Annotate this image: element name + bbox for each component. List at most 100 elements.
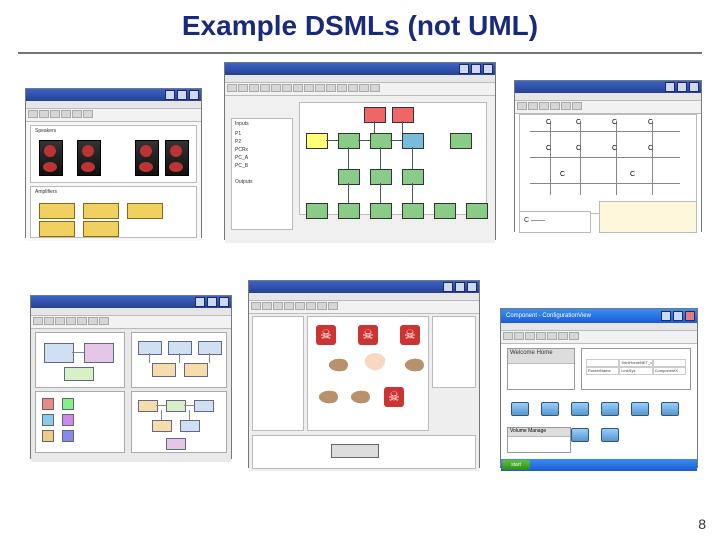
component-icon — [599, 428, 619, 448]
block — [166, 438, 186, 450]
titlebar: Component - ConfigurationView — [501, 309, 697, 323]
connector — [184, 405, 194, 406]
palette-icon — [42, 430, 54, 442]
start-button[interactable]: start — [502, 460, 530, 470]
block — [64, 367, 94, 381]
connector — [380, 183, 381, 203]
block — [138, 341, 162, 355]
schematic-diagram: C C C C C C C C C C — [519, 114, 697, 214]
sidebar-text: PCRx — [235, 147, 248, 153]
connector — [348, 183, 349, 203]
screenshot-flow-editor: Inputs P1 P2 PCRx PC_A PC_B Outputs — [224, 62, 496, 240]
wire — [616, 121, 617, 195]
canvas: Welcome Home SriniHomeNET_v5 RouterName … — [501, 344, 697, 471]
sidebar-text: P2 — [235, 139, 241, 145]
component-icon — [599, 402, 619, 422]
table-row: SriniHomeNET_v5 — [586, 359, 686, 367]
connector — [412, 183, 413, 203]
block — [180, 420, 200, 432]
flow-node — [402, 133, 424, 149]
connector — [161, 410, 162, 420]
volume-manage-panel: Volume Manage — [507, 427, 571, 453]
sidebar-text: P1 — [235, 131, 241, 137]
component-symbol: C — [648, 119, 653, 126]
block — [152, 420, 172, 432]
canvas — [31, 329, 231, 462]
palette-icon — [42, 414, 54, 426]
cell: LinkSys — [619, 367, 652, 375]
screenshot-block-diagram-editor — [30, 295, 232, 459]
toolbar — [31, 316, 231, 329]
canvas: C C C C C C C C C C C —— — [515, 114, 701, 235]
component-icon — [509, 402, 529, 422]
legend-panel: C —— — [519, 211, 591, 233]
cell: ComponentX — [653, 367, 686, 375]
screenshot-audio-editor: Speakers Amplifiers — [25, 88, 202, 238]
panel — [35, 391, 125, 453]
palette-icon — [62, 414, 74, 426]
tree-panel — [252, 316, 304, 431]
titlebar — [26, 89, 201, 101]
block — [138, 400, 158, 412]
block — [44, 343, 74, 363]
menubar — [249, 293, 479, 301]
wire — [580, 121, 581, 195]
sidebar-text: PC_B — [235, 163, 248, 169]
amplifier-icon — [39, 221, 75, 237]
titlebar — [515, 81, 701, 93]
page-title: Example DSMLs (not UML) — [0, 10, 720, 42]
speaker-icon — [165, 140, 189, 176]
legend-text: C —— — [524, 217, 545, 224]
skull-icon: ☠ — [400, 325, 420, 345]
wire — [530, 183, 680, 184]
connector — [380, 147, 381, 169]
component-icon — [569, 428, 589, 448]
panel — [35, 332, 125, 388]
config-panel: SriniHomeNET_v5 RouterName LinkSys Compo… — [581, 348, 691, 390]
connector — [326, 140, 338, 141]
palette-icon — [62, 398, 74, 410]
speaker-icon — [135, 140, 159, 176]
taskbar: start — [501, 459, 697, 471]
canvas: ☠ ☠ ☠ ☠ — [249, 314, 479, 471]
skull-icon: ☠ — [384, 387, 404, 407]
titlebar — [249, 281, 479, 293]
wire — [530, 131, 680, 132]
sidebar-text: PC_A — [235, 155, 248, 161]
block — [168, 341, 192, 355]
skull-icon: ☠ — [358, 325, 378, 345]
component-symbol: C — [630, 171, 635, 178]
toolbar — [515, 101, 701, 114]
component-symbol: C — [576, 119, 581, 126]
title-underline — [18, 52, 702, 54]
menubar — [225, 75, 495, 83]
component-icon — [569, 402, 589, 422]
flow-node — [338, 203, 360, 219]
connector — [149, 353, 150, 363]
connector — [179, 353, 180, 363]
connector — [156, 405, 166, 406]
canvas: Inputs P1 P2 PCRx PC_A PC_B Outputs — [225, 96, 495, 243]
block — [184, 363, 208, 377]
component-symbol: C — [648, 145, 653, 152]
panel — [131, 332, 227, 388]
speaker-icon — [77, 140, 101, 176]
toolbar — [249, 301, 479, 314]
flow-node — [434, 203, 456, 219]
amplifier-icon — [83, 203, 119, 219]
row-label: Amplifiers — [35, 189, 57, 195]
table-row: RouterName LinkSys ComponentX — [586, 367, 686, 375]
component-symbol: C — [546, 145, 551, 152]
block — [84, 343, 114, 363]
toolbar — [501, 331, 697, 344]
wire — [550, 121, 551, 195]
skull-icon: ☠ — [316, 325, 336, 345]
connector — [209, 353, 210, 363]
toolbar — [225, 83, 495, 96]
screenshot-xp-config-app: Component - ConfigurationView Welcome Ho… — [500, 308, 698, 468]
log-panel — [599, 201, 697, 233]
block — [152, 363, 176, 377]
speaker-icon — [39, 140, 63, 176]
connector — [374, 121, 375, 133]
property-panel — [432, 316, 476, 388]
